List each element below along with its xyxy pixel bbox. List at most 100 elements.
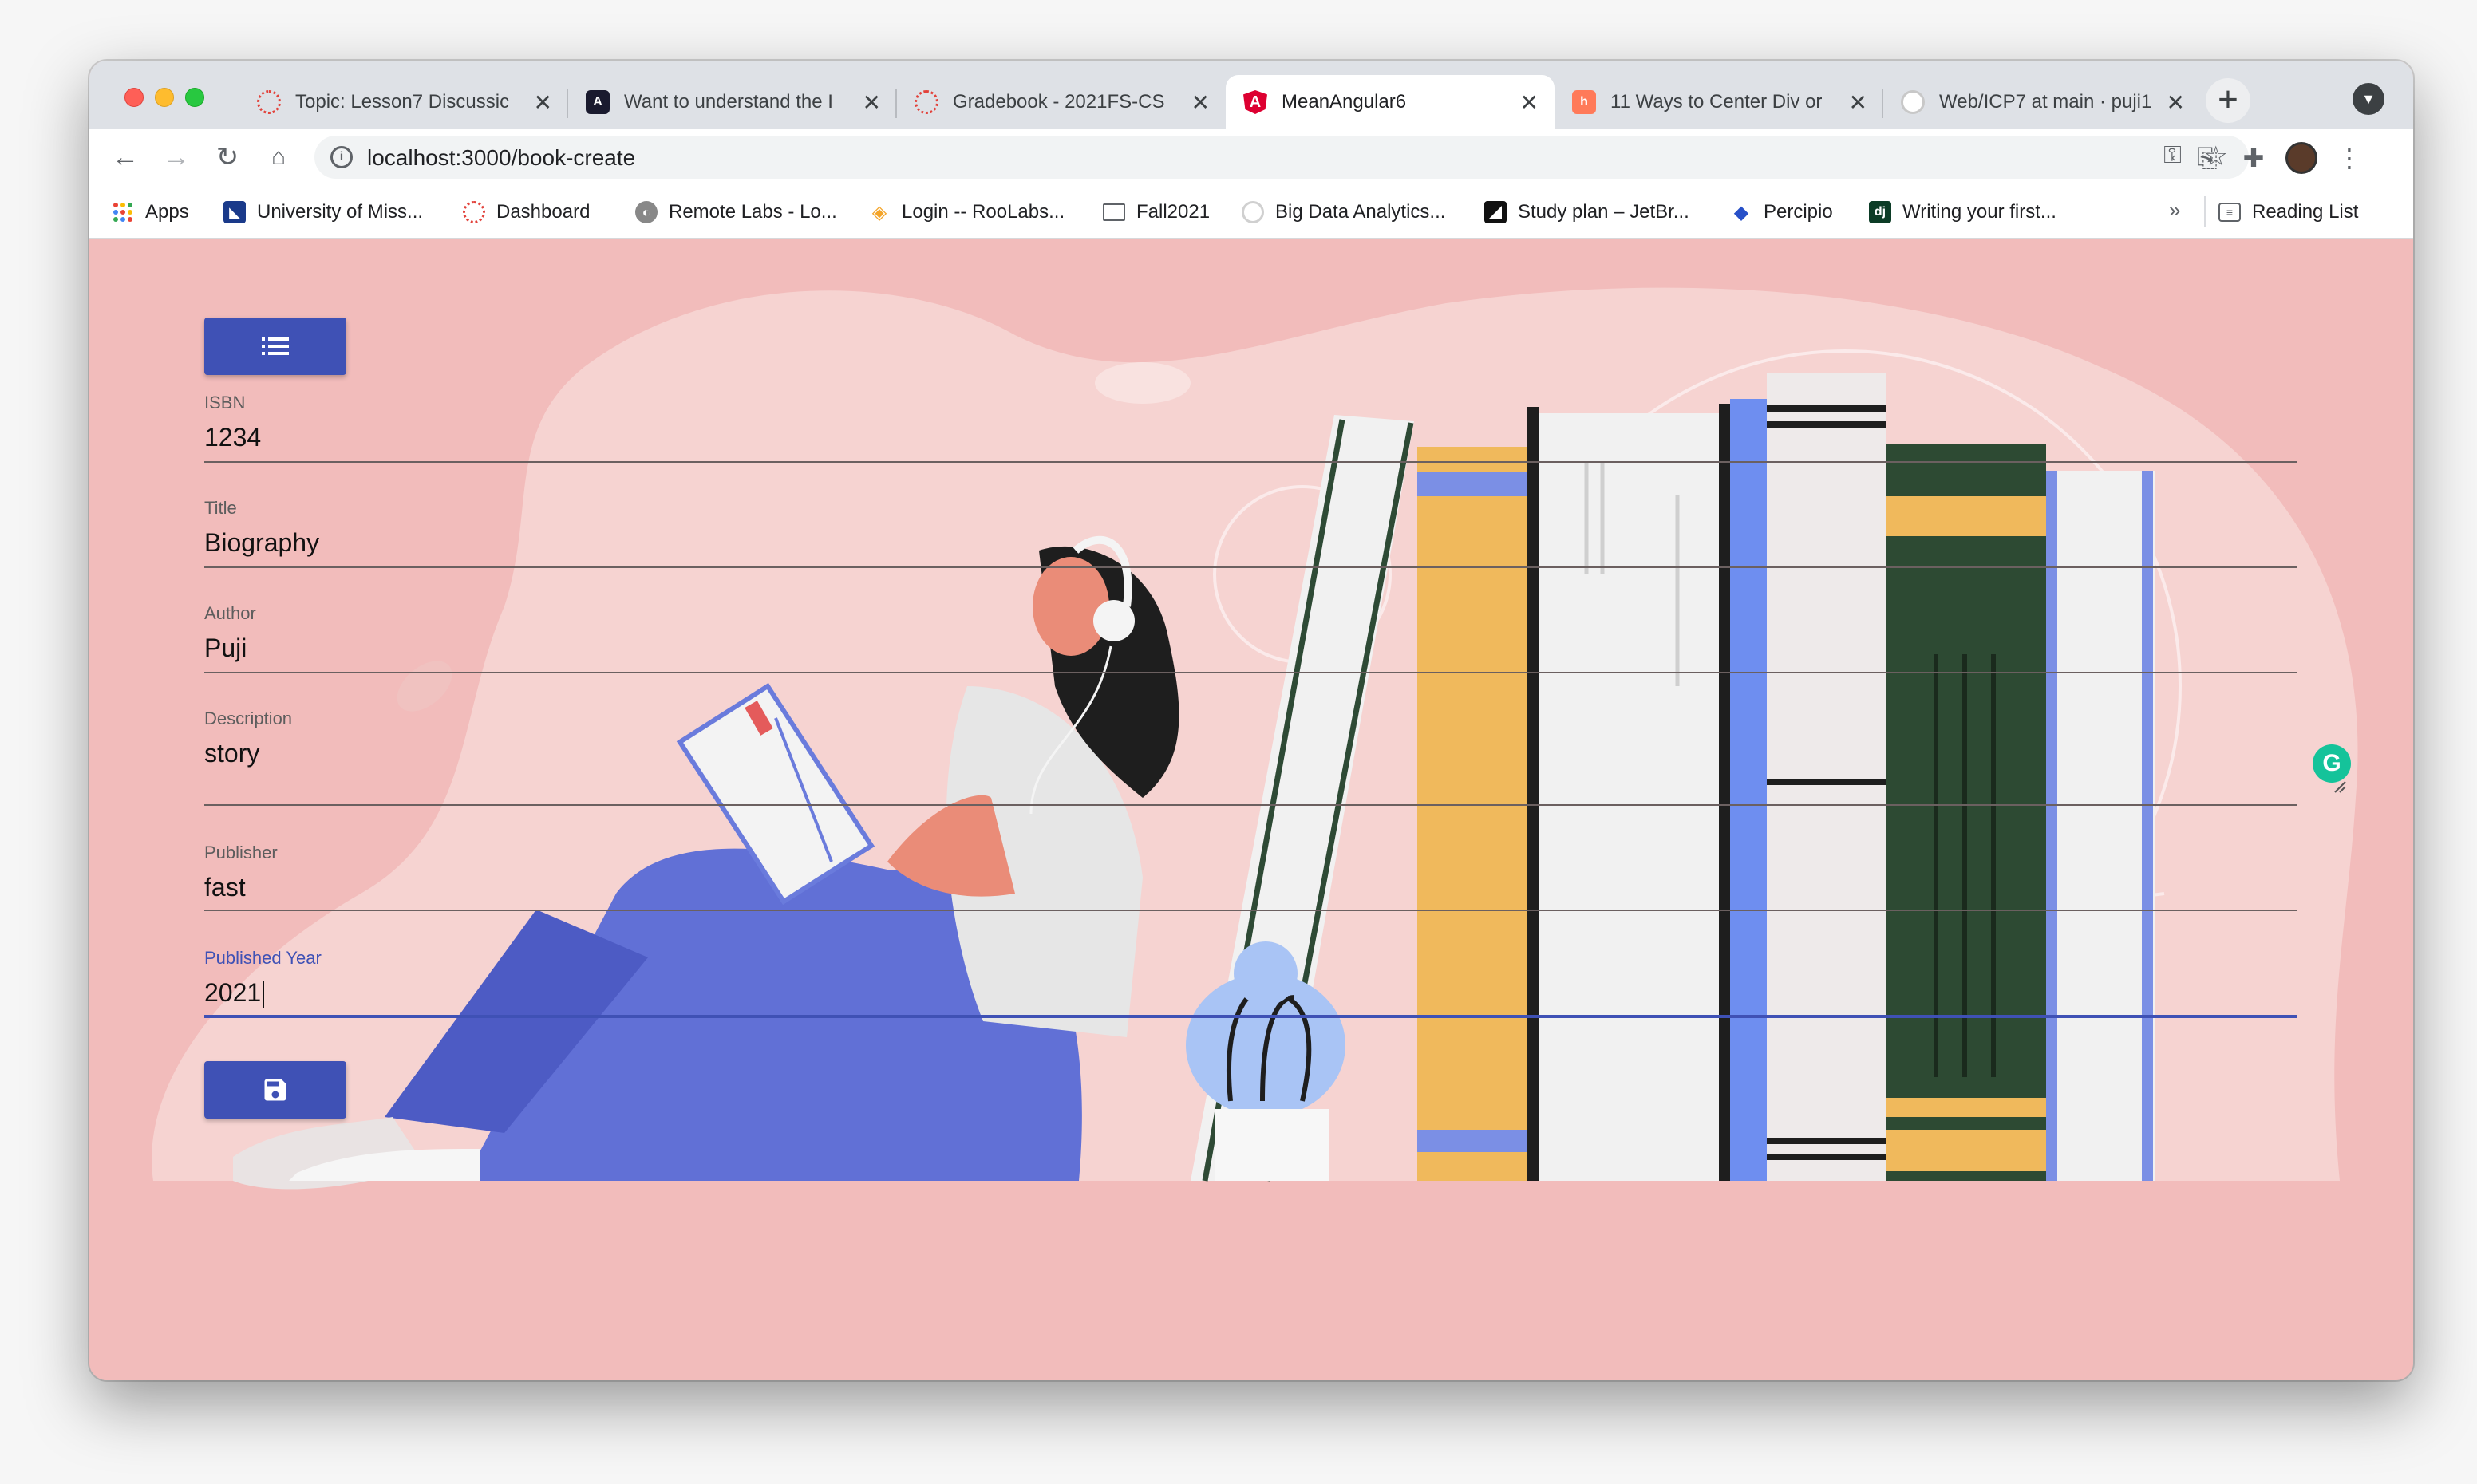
save-button[interactable] [204, 1061, 346, 1119]
close-icon[interactable]: ✕ [2167, 89, 2185, 116]
publisher-label: Publisher [204, 843, 278, 862]
tab-title: MeanAngular6 [1282, 91, 1407, 112]
reading-list-button[interactable]: ≡ Reading List [2218, 199, 2358, 225]
bookmark-university[interactable]: ◣ University of Miss... [223, 199, 423, 225]
github-icon [1901, 90, 1925, 114]
author-input[interactable]: Puji [204, 633, 247, 663]
tab-title: Want to understand the I [624, 91, 833, 112]
bookmark-percipio[interactable]: ◆ Percipio [1730, 199, 1833, 225]
isbn-label: ISBN [204, 393, 246, 412]
bookmark-roolabs[interactable]: ◈ Login -- RooLabs... [868, 199, 1065, 225]
text-caret [263, 981, 265, 1008]
grammarly-icon[interactable]: G [2313, 744, 2351, 783]
textarea-resize-handle[interactable] [2333, 780, 2346, 793]
canvas-icon [257, 90, 281, 114]
isbn-input[interactable]: 1234 [204, 423, 261, 452]
browser-window: Topic: Lesson7 Discussic ✕ A Want to und… [89, 61, 2413, 1380]
canvas-icon [915, 90, 938, 114]
bookmark-label: Big Data Analytics... [1275, 201, 1446, 223]
home-icon[interactable]: ⌂ [259, 137, 298, 177]
tab-strip: Topic: Lesson7 Discussic ✕ A Want to und… [89, 61, 2413, 129]
description-field[interactable]: Description story [204, 708, 2297, 807]
bookmark-label: Writing your first... [1902, 201, 2056, 223]
description-textarea[interactable]: story [204, 739, 259, 768]
book-list-menu-button[interactable] [204, 318, 346, 375]
bookmark-remote-labs[interactable]: ◐ Remote Labs - Lo... [635, 199, 837, 225]
tab-title: Gradebook - 2021FS-CS [953, 91, 1165, 112]
bookmark-apps[interactable]: Apps [112, 199, 189, 225]
bookmark-label: Login -- RooLabs... [902, 201, 1065, 223]
close-icon[interactable]: ✕ [1849, 89, 1867, 116]
bookmark-label: Remote Labs - Lo... [669, 201, 837, 223]
published-year-input[interactable]: 2021 [204, 978, 265, 1008]
percipio-icon: ◆ [1733, 201, 1749, 223]
close-icon[interactable]: ✕ [1520, 89, 1539, 116]
tab-title: Web/ICP7 at main · puji1 [1939, 91, 2152, 112]
publisher-field[interactable]: Publisher fast [204, 843, 2297, 914]
tab-gradebook[interactable]: Gradebook - 2021FS-CS ✕ [897, 75, 1226, 129]
site-info-icon[interactable]: i [330, 146, 353, 168]
minimize-window-button[interactable] [155, 88, 174, 107]
publisher-input[interactable]: fast [204, 873, 246, 902]
bookmark-label: Fall2021 [1136, 201, 1211, 223]
tab-title: Topic: Lesson7 Discussic [295, 91, 510, 112]
description-label: Description [204, 708, 293, 728]
password-key-icon[interactable]: ⚿ [2163, 142, 2182, 169]
reading-list-label: Reading List [2252, 201, 2359, 223]
isbn-field[interactable]: ISBN 1234 [204, 393, 2297, 464]
tab-search-button[interactable]: ▼ [2353, 83, 2384, 115]
django-icon: dj [1869, 201, 1891, 223]
umkc-icon: ◣ [223, 201, 246, 223]
globe-icon: ◐ [635, 201, 658, 223]
forward-arrow-icon[interactable]: → [156, 137, 196, 177]
canvas-icon [463, 201, 485, 223]
bookmarks-bar: Apps ◣ University of Miss... Dashboard ◐… [89, 185, 2413, 239]
published-year-value: 2021 [204, 978, 262, 1007]
address-bar[interactable]: i localhost:3000/book-create ⚿ ☆ [314, 136, 2249, 179]
back-arrow-icon[interactable]: ← [105, 137, 145, 177]
bookmark-fall2021[interactable]: Fall2021 [1103, 199, 1210, 225]
bookmark-label: Dashboard [496, 201, 591, 223]
bookmark-writing-first[interactable]: dj Writing your first... [1869, 199, 2056, 225]
bookmark-label: Study plan – JetBr... [1518, 201, 1689, 223]
reload-icon[interactable]: ↻ [207, 137, 247, 177]
profile-avatar[interactable] [2285, 142, 2317, 174]
close-window-button[interactable] [124, 88, 144, 107]
tab-want-to-understand[interactable]: A Want to understand the I ✕ [568, 75, 897, 129]
author-label: Author [204, 603, 256, 623]
new-tab-button[interactable]: + [2206, 78, 2250, 123]
jetbrains-icon [1484, 201, 1507, 223]
browser-menu-icon[interactable]: ⋮ [2332, 140, 2367, 176]
angular-dark-icon: A [586, 90, 610, 114]
bookmark-study-plan[interactable]: Study plan – JetBr... [1484, 199, 1689, 225]
maximize-window-button[interactable] [185, 88, 204, 107]
title-field[interactable]: Title Biography [204, 498, 2297, 570]
bookmark-big-data[interactable]: Big Data Analytics... [1242, 199, 1445, 225]
list-icon [262, 337, 289, 355]
close-icon[interactable]: ✕ [863, 89, 881, 116]
save-icon [264, 1079, 286, 1101]
tab-center-div[interactable]: h 11 Ways to Center Div or ✕ [1555, 75, 1883, 129]
close-icon[interactable]: ✕ [534, 89, 552, 116]
published-year-field[interactable]: Published Year 2021 [204, 948, 2297, 1020]
close-icon[interactable]: ✕ [1191, 89, 1210, 116]
bookmark-dashboard[interactable]: Dashboard [463, 199, 590, 225]
published-year-label: Published Year [204, 948, 322, 968]
title-input[interactable]: Biography [204, 528, 319, 558]
tab-lesson7-discussion[interactable]: Topic: Lesson7 Discussic ✕ [239, 75, 568, 129]
tab-meanangular6[interactable]: A MeanAngular6 ✕ [1226, 75, 1555, 129]
tab-title: 11 Ways to Center Div or [1610, 91, 1823, 112]
extensions-puzzle-icon[interactable]: ✚ [2236, 140, 2271, 176]
bookmarks-overflow-button[interactable]: » [2169, 198, 2180, 223]
title-label: Title [204, 498, 237, 518]
angular-icon: A [1243, 90, 1267, 114]
github-icon [1242, 201, 1264, 223]
browser-toolbar: ← → ↻ ⌂ i localhost:3000/book-create ⚿ ☆… [89, 129, 2413, 185]
apps-grid-icon [112, 201, 134, 223]
folder-icon [1103, 203, 1125, 221]
tab-github-icp7[interactable]: Web/ICP7 at main · puji1 ✕ [1883, 75, 2201, 129]
author-field[interactable]: Author Puji [204, 603, 2297, 675]
translate-extension-icon[interactable]: ⎘ [2190, 140, 2225, 176]
bookmark-label: University of Miss... [257, 201, 424, 223]
url-text[interactable]: localhost:3000/book-create [367, 145, 635, 171]
